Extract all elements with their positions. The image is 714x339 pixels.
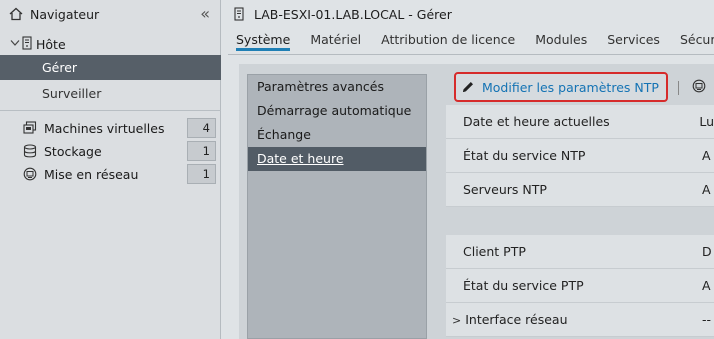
edit-ntp-settings-label: Modifier les paramètres NTP [482,79,659,95]
tab-licensing[interactable]: Attribution de licence [381,31,515,51]
property-value: A [702,278,711,293]
collapse-navigator-icon[interactable]: « [200,4,210,23]
property-key: État du service NTP [463,148,586,163]
subnav-advanced-settings[interactable]: Paramètres avancés [248,75,426,99]
toolbar-separator [678,81,679,95]
tab-packages[interactable]: Modules [535,31,587,51]
host-label: Hôte [36,36,66,52]
vm-count-badge: 4 [187,118,216,138]
expandable-property-row[interactable]: > Interface réseau -- [446,303,714,337]
vm-icon [22,120,38,136]
host-icon [22,35,32,53]
property-key: > Interface réseau [446,312,702,327]
nav-item-monitor[interactable]: Surveiller [0,84,221,104]
subnav-swap[interactable]: Échange [248,123,426,147]
property-value: Lu [699,114,714,129]
property-row: État du service NTP A [446,139,714,173]
storage-label: Stockage [44,143,102,159]
property-key: Client PTP [463,244,526,259]
navigator-divider [0,110,221,111]
date-time-properties: Date et heure actuelles Lu État du servi… [446,105,714,337]
nav-item-virtual-machines[interactable]: Machines virtuelles 4 [0,118,221,138]
property-value: A [702,148,711,163]
network-interface-label: Interface réseau [465,312,568,327]
nav-item-manage[interactable]: Gérer [0,55,221,80]
property-key: Serveurs NTP [463,182,547,197]
property-key: État du service PTP [463,278,584,293]
property-key: Date et heure actuelles [463,114,610,129]
toolbar: Modifier les paramètres NTP [438,72,714,102]
subnav-date-time[interactable]: Date et heure [248,147,426,171]
host-tree-item[interactable]: Hôte [0,34,221,54]
tab-bar: Système Matériel Attribution de licence … [236,31,714,51]
pencil-icon [461,80,475,94]
property-row: Date et heure actuelles Lu [446,105,714,139]
tab-security[interactable]: Sécurité e [680,31,714,51]
network-label: Mise en réseau [44,166,139,182]
chevron-right-icon[interactable]: > [452,314,461,327]
nav-item-storage[interactable]: Stockage 1 [0,141,221,161]
host-icon [234,6,248,22]
tab-services[interactable]: Services [607,31,660,51]
date-time-panel: Modifier les paramètres NTP Date et heur… [438,72,714,339]
main-header: LAB-ESXI-01.LAB.LOCAL - Gérer [228,0,714,28]
page-title: LAB-ESXI-01.LAB.LOCAL - Gérer [254,6,452,22]
tab-hardware[interactable]: Matériel [310,31,361,51]
tab-system[interactable]: Système [236,31,291,51]
property-row: Client PTP D [446,235,714,269]
property-group-gap [446,207,714,235]
main-panel: LAB-ESXI-01.LAB.LOCAL - Gérer Système Ma… [228,0,714,339]
subnav-autostart[interactable]: Démarrage automatique [248,99,426,123]
property-row: Serveurs NTP A [446,173,714,207]
storage-count-badge: 1 [187,141,216,161]
property-row: État du service PTP A [446,269,714,303]
navigator-header: Navigateur [0,0,220,28]
content-area: Paramètres avancés Démarrage automatique… [239,64,714,339]
home-icon [8,6,24,22]
ptp-settings-icon[interactable] [692,79,708,95]
property-value: A [702,182,711,197]
vm-label: Machines virtuelles [44,120,165,136]
system-subnav: Paramètres avancés Démarrage automatique… [247,74,427,339]
nav-item-networking[interactable]: Mise en réseau 1 [0,164,221,184]
property-value: D [702,244,712,259]
edit-ntp-settings-button[interactable]: Modifier les paramètres NTP [454,72,668,102]
chevron-down-icon[interactable] [10,39,22,50]
navigator-panel: Navigateur « Hôte Gérer Surveiller Machi… [0,0,221,339]
network-count-badge: 1 [187,164,216,184]
navigator-title: Navigateur [30,6,100,22]
network-icon [22,166,38,182]
storage-icon [22,143,38,159]
property-value: -- [702,312,712,327]
tab-divider [228,54,714,55]
